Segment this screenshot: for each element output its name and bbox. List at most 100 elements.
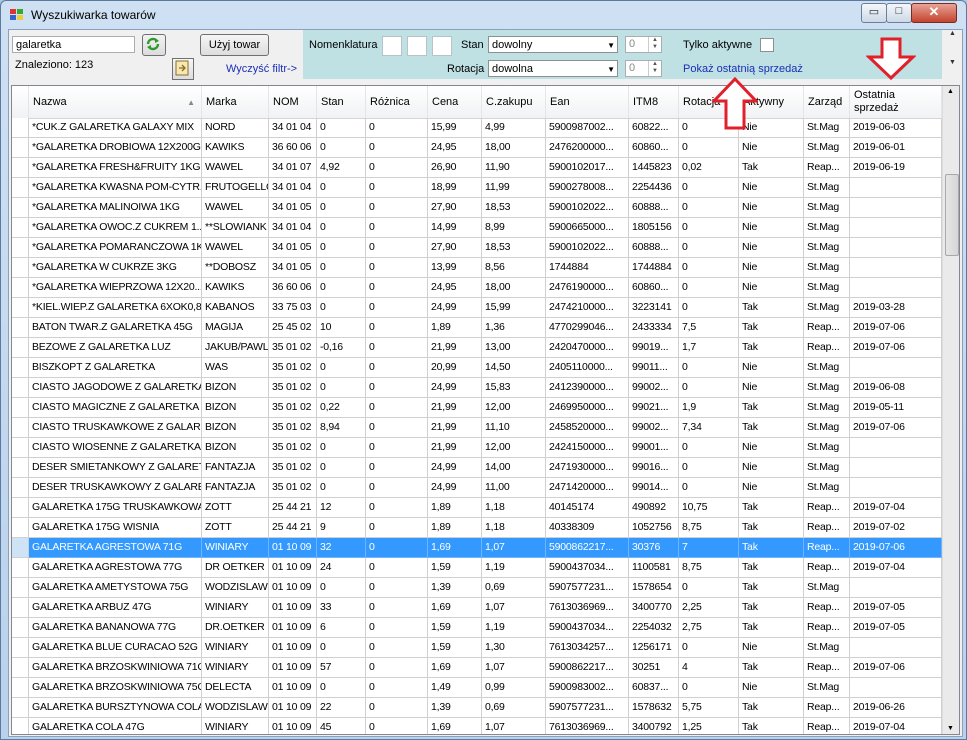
cell-brand[interactable]: MAGIJA [202,318,269,338]
cell-ean[interactable]: 1744884 [546,258,629,278]
cell-difference[interactable]: 0 [366,638,428,658]
cell-active[interactable]: Tak [739,558,804,578]
cell-ean[interactable]: 40145174 [546,498,629,518]
cell-itm8[interactable]: 2254436 [629,178,679,198]
cell-difference[interactable]: 0 [366,718,428,734]
cell-price[interactable]: 21,99 [428,438,482,458]
cell-nom[interactable]: 01 10 09 [269,578,317,598]
column-header-difference[interactable]: Różnica [366,86,428,118]
cell-ean[interactable]: 5900862217... [546,658,629,678]
cell-active[interactable]: Nie [739,378,804,398]
cell-last-sale[interactable]: 2019-07-06 [850,418,942,438]
clear-filter-link[interactable]: Wyczyść filtr-> [226,63,297,75]
cell-nom[interactable]: 35 01 02 [269,418,317,438]
cell-stock[interactable]: 33 [317,598,366,618]
cell-management[interactable]: Reap... [804,538,850,558]
cell-nom[interactable]: 25 45 02 [269,318,317,338]
cell-management[interactable]: St.Mag [804,438,850,458]
table-row[interactable]: BEZOWE Z GALARETKA LUZ JAKUB/PAWL 35 01 02… [12,338,942,358]
cell-purchase-price[interactable]: 1,19 [482,618,546,638]
cell-name[interactable]: *GALARETKA POMARANCZOWA 1KG [29,238,202,258]
cell-last-sale[interactable] [850,278,942,298]
cell-nom[interactable]: 35 01 02 [269,378,317,398]
cell-management[interactable]: Reap... [804,618,850,638]
cell-difference[interactable]: 0 [366,518,428,538]
cell-active[interactable]: Nie [739,258,804,278]
minimize-button[interactable]: ▭ [861,3,887,23]
cell-management[interactable]: St.Mag [804,678,850,698]
cell-brand[interactable]: KAWIKS [202,278,269,298]
nomenclature-field-1[interactable] [382,36,402,56]
cell-nom[interactable]: 34 01 04 [269,218,317,238]
column-header-management[interactable]: Zarząd [804,86,850,118]
cell-stock[interactable]: 0 [317,478,366,498]
cell-name[interactable]: GALARETKA AGRESTOWA 71G [29,538,202,558]
cell-price[interactable]: 1,69 [428,538,482,558]
table-row[interactable]: *GALARETKA MALINOIWA 1KG WAWEL 34 01 05 0 0 2… [12,198,942,218]
cell-rotation[interactable]: 0 [679,138,739,158]
cell-purchase-price[interactable]: 15,99 [482,298,546,318]
cell-last-sale[interactable]: 2019-07-06 [850,318,942,338]
cell-name[interactable]: GALARETKA 175G WISNIA [29,518,202,538]
cell-price[interactable]: 27,90 [428,198,482,218]
cell-stock[interactable]: 0 [317,378,366,398]
cell-difference[interactable]: 0 [366,498,428,518]
cell-price[interactable]: 1,69 [428,598,482,618]
cell-ean[interactable]: 5900102022... [546,198,629,218]
cell-purchase-price[interactable]: 0,99 [482,678,546,698]
cell-brand[interactable]: WODZISLAW [202,578,269,598]
cell-management[interactable]: Reap... [804,698,850,718]
cell-active[interactable]: Nie [739,358,804,378]
row-header[interactable] [12,538,29,558]
cell-active[interactable]: Tak [739,658,804,678]
cell-difference[interactable]: 0 [366,258,428,278]
cell-name[interactable]: *GALARETKA DROBIOWA 12X200G [29,138,202,158]
cell-difference[interactable]: 0 [366,118,428,138]
cell-brand[interactable]: WAWEL [202,158,269,178]
cell-purchase-price[interactable]: 11,10 [482,418,546,438]
cell-brand[interactable]: WAWEL [202,238,269,258]
cell-itm8[interactable]: 3223141 [629,298,679,318]
cell-purchase-price[interactable]: 11,99 [482,178,546,198]
refresh-button[interactable] [142,34,166,56]
cell-ean[interactable]: 5900437034... [546,618,629,638]
column-header-brand[interactable]: Marka [202,86,269,118]
table-row[interactable]: GALARETKA ARBUZ 47G WINIARY 01 10 09 33 0 1,6… [12,598,942,618]
table-row[interactable]: GALARETKA BURSZTYNOWA COLA ... WODZISLAW 0… [12,698,942,718]
row-header[interactable] [12,298,29,318]
row-header[interactable] [12,198,29,218]
cell-name[interactable]: *KIEL.WIEP.Z GALARETKA 6XOK0,8 [29,298,202,318]
scroll-down-icon[interactable]: ▼ [947,725,954,732]
cell-last-sale[interactable]: 2019-07-02 [850,518,942,538]
column-header-last-sale[interactable]: Ostatnia sprzedaż [850,86,942,118]
cell-purchase-price[interactable]: 4,99 [482,118,546,138]
cell-active[interactable]: Tak [739,298,804,318]
cell-brand[interactable]: FANTAZJA [202,478,269,498]
cell-itm8[interactable]: 2433334 [629,318,679,338]
table-row[interactable]: *GALARETKA KWASNA POM-CYTR.... FRUTOGELLO… [12,178,942,198]
cell-management[interactable]: St.Mag [804,638,850,658]
cell-price[interactable]: 24,99 [428,458,482,478]
cell-purchase-price[interactable]: 13,00 [482,338,546,358]
cell-stock[interactable]: 0 [317,298,366,318]
spin-arrows-icon[interactable]: ▲ ▼ [648,61,661,76]
cell-last-sale[interactable] [850,578,942,598]
cell-management[interactable]: St.Mag [804,278,850,298]
table-row[interactable]: GALARETKA AGRESTOWA 71G WINIARY 01 10 09 32… [12,538,942,558]
row-header[interactable] [12,258,29,278]
cell-nom[interactable]: 01 10 09 [269,618,317,638]
row-header[interactable] [12,558,29,578]
cell-purchase-price[interactable]: 1,07 [482,718,546,734]
cell-itm8[interactable]: 60822... [629,118,679,138]
cell-purchase-price[interactable]: 15,83 [482,378,546,398]
top-scrollbar[interactable]: ▲ ▼ [944,30,961,79]
cell-difference[interactable]: 0 [366,418,428,438]
cell-difference[interactable]: 0 [366,298,428,318]
cell-purchase-price[interactable]: 18,53 [482,198,546,218]
cell-purchase-price[interactable]: 8,56 [482,258,546,278]
cell-rotation[interactable]: 1,9 [679,398,739,418]
cell-price[interactable]: 1,59 [428,618,482,638]
cell-itm8[interactable]: 99011... [629,358,679,378]
cell-price[interactable]: 21,99 [428,398,482,418]
cell-stock[interactable]: 24 [317,558,366,578]
